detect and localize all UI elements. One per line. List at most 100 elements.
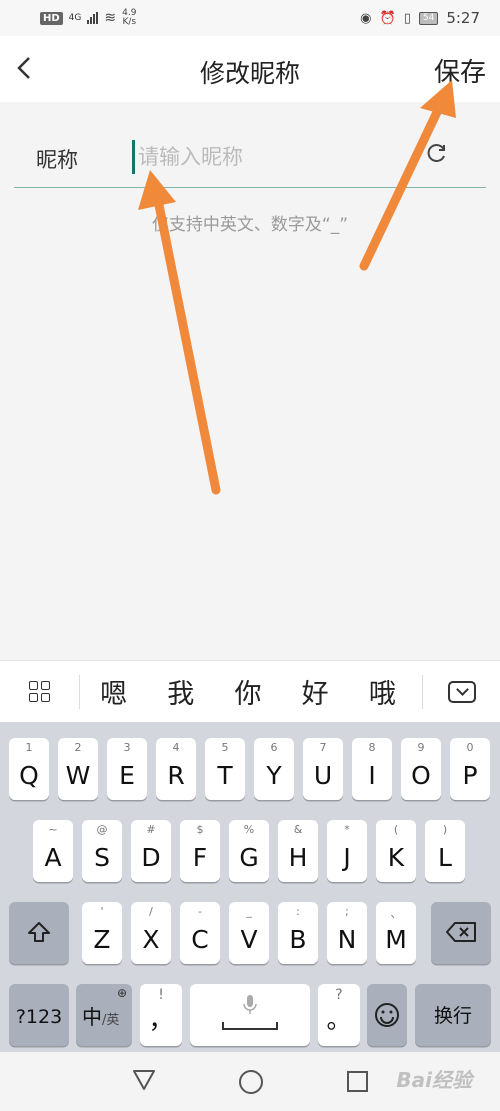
candidate-word[interactable]: 你 [234,672,261,711]
nickname-hint: 仅支持中英文、数字及“_” [151,215,349,235]
key-label: L [438,843,452,872]
key-u[interactable]: 7U [303,738,343,800]
hd-badge: HD [40,11,63,25]
key-t[interactable]: 5T [205,738,245,800]
key-y[interactable]: 6Y [254,738,294,800]
nickname-field-row: 昵称 [14,128,486,188]
key-s[interactable]: @ S [82,820,122,882]
key-sub: $ [196,823,204,836]
space-bar-icon [222,1022,278,1030]
grid-icon[interactable] [0,674,80,709]
battery-icon: 54 [418,11,439,25]
nickname-label: 昵称 [36,148,78,172]
key-r[interactable]: 4R [156,738,196,800]
key-label: I [368,761,376,790]
key-g[interactable]: % G [229,820,269,882]
key-sub: @ [96,823,108,836]
numbers-key[interactable]: ?123 [9,984,69,1046]
key-k[interactable]: (K [376,820,416,882]
comma-key[interactable]: !， [140,984,182,1046]
key-sub: 6 [270,741,278,754]
candidate-word[interactable]: 哦 [369,672,396,711]
key-label: M [385,925,407,954]
key-sub: ; [345,905,349,918]
candidate-word[interactable]: 好 [302,672,329,711]
key-z[interactable]: ' Z [82,902,122,964]
enter-key[interactable]: 换行 [415,984,491,1046]
lang-cn: 中 [82,1005,102,1029]
key-sub: 1 [25,741,33,754]
key-sub: / [149,905,153,918]
key-a[interactable]: ~ A [33,820,73,882]
key-f[interactable]: $ F [180,820,220,882]
nav-back-icon[interactable] [132,1069,156,1095]
clock: 5:27 [446,9,480,27]
key-i[interactable]: 8I [352,738,392,800]
nickname-input[interactable] [138,138,398,176]
key-label: T [217,761,233,790]
key-p[interactable]: 0P [450,738,490,800]
language-label: 中/英 [82,1001,119,1030]
key-label: G [239,843,259,872]
key-o[interactable]: 9O [401,738,441,800]
keyboard-collapse-icon[interactable] [422,674,500,709]
backspace-icon [431,921,491,947]
shift-key[interactable] [9,902,69,964]
key-label: O [411,761,431,790]
candidate-word[interactable]: 我 [167,672,194,711]
key-b[interactable]: :B [278,902,318,964]
key-sub: 3 [123,741,131,754]
key-e[interactable]: 3E [107,738,147,800]
key-sub: 7 [319,741,327,754]
key-label: Z [93,925,111,954]
key-q[interactable]: 1Q [9,738,49,800]
numbers-key-label: ?123 [15,1006,63,1028]
period-key[interactable]: ?。 [318,984,360,1046]
key-sub: 2 [74,741,82,754]
key-label: P [462,761,478,790]
key-label: E [119,761,135,790]
watermark-logo: Bai经验 [396,1068,472,1092]
key-m[interactable]: 、 M [376,902,416,964]
ime-suggestion-bar: 嗯 我 你 好 哦 [0,660,500,722]
key-sub: & [293,823,303,836]
key-h[interactable]: & H [278,820,318,882]
key-label: U [313,761,333,790]
network-type: 4G [68,12,82,23]
key-w[interactable]: 2W [58,738,98,800]
language-switch-key[interactable]: ⊕ 中/英 [76,984,132,1046]
nav-home-icon[interactable] [239,1069,264,1094]
candidate-word[interactable]: 嗯 [100,672,127,711]
alarm-icon: ⏰ [379,10,396,26]
key-j[interactable]: * J [327,820,367,882]
save-button[interactable]: 保存 [434,52,486,89]
eye-icon: ◉ [360,10,372,26]
emoji-key[interactable] [367,984,407,1046]
key-sub: 5 [221,741,229,754]
nav-recent-icon[interactable] [347,1071,369,1092]
key-sub: _ [246,905,252,918]
enter-key-label: 换行 [433,1005,472,1027]
globe-icon: ⊕ [116,986,127,1000]
key-l[interactable]: ) L [425,820,465,882]
key-sub: 9 [417,741,425,754]
key-label: B [289,925,307,954]
key-c[interactable]: -C [180,902,220,964]
refresh-icon[interactable] [426,142,448,170]
key-label: ， [148,1005,174,1034]
key-d[interactable]: # D [131,820,171,882]
keyboard: 1Q 2W 3E 4R 5T 6Y 7U 8I 9O 0P ~ A @ S # D $… [0,722,500,1052]
key-label: V [240,925,258,954]
page-title: 修改昵称 [199,59,300,88]
key-sub: 8 [368,741,376,754]
backspace-key[interactable] [431,902,491,964]
key-sub: 0 [466,741,474,754]
key-v[interactable]: _ V [229,902,269,964]
key-label: Y [266,761,282,790]
key-x[interactable]: / X [131,902,171,964]
key-label: A [44,843,62,872]
lang-en: /英 [102,1013,120,1028]
vibrate-icon: ▯ [403,10,411,26]
key-n[interactable]: ; N [327,902,367,964]
space-key[interactable] [190,984,310,1046]
